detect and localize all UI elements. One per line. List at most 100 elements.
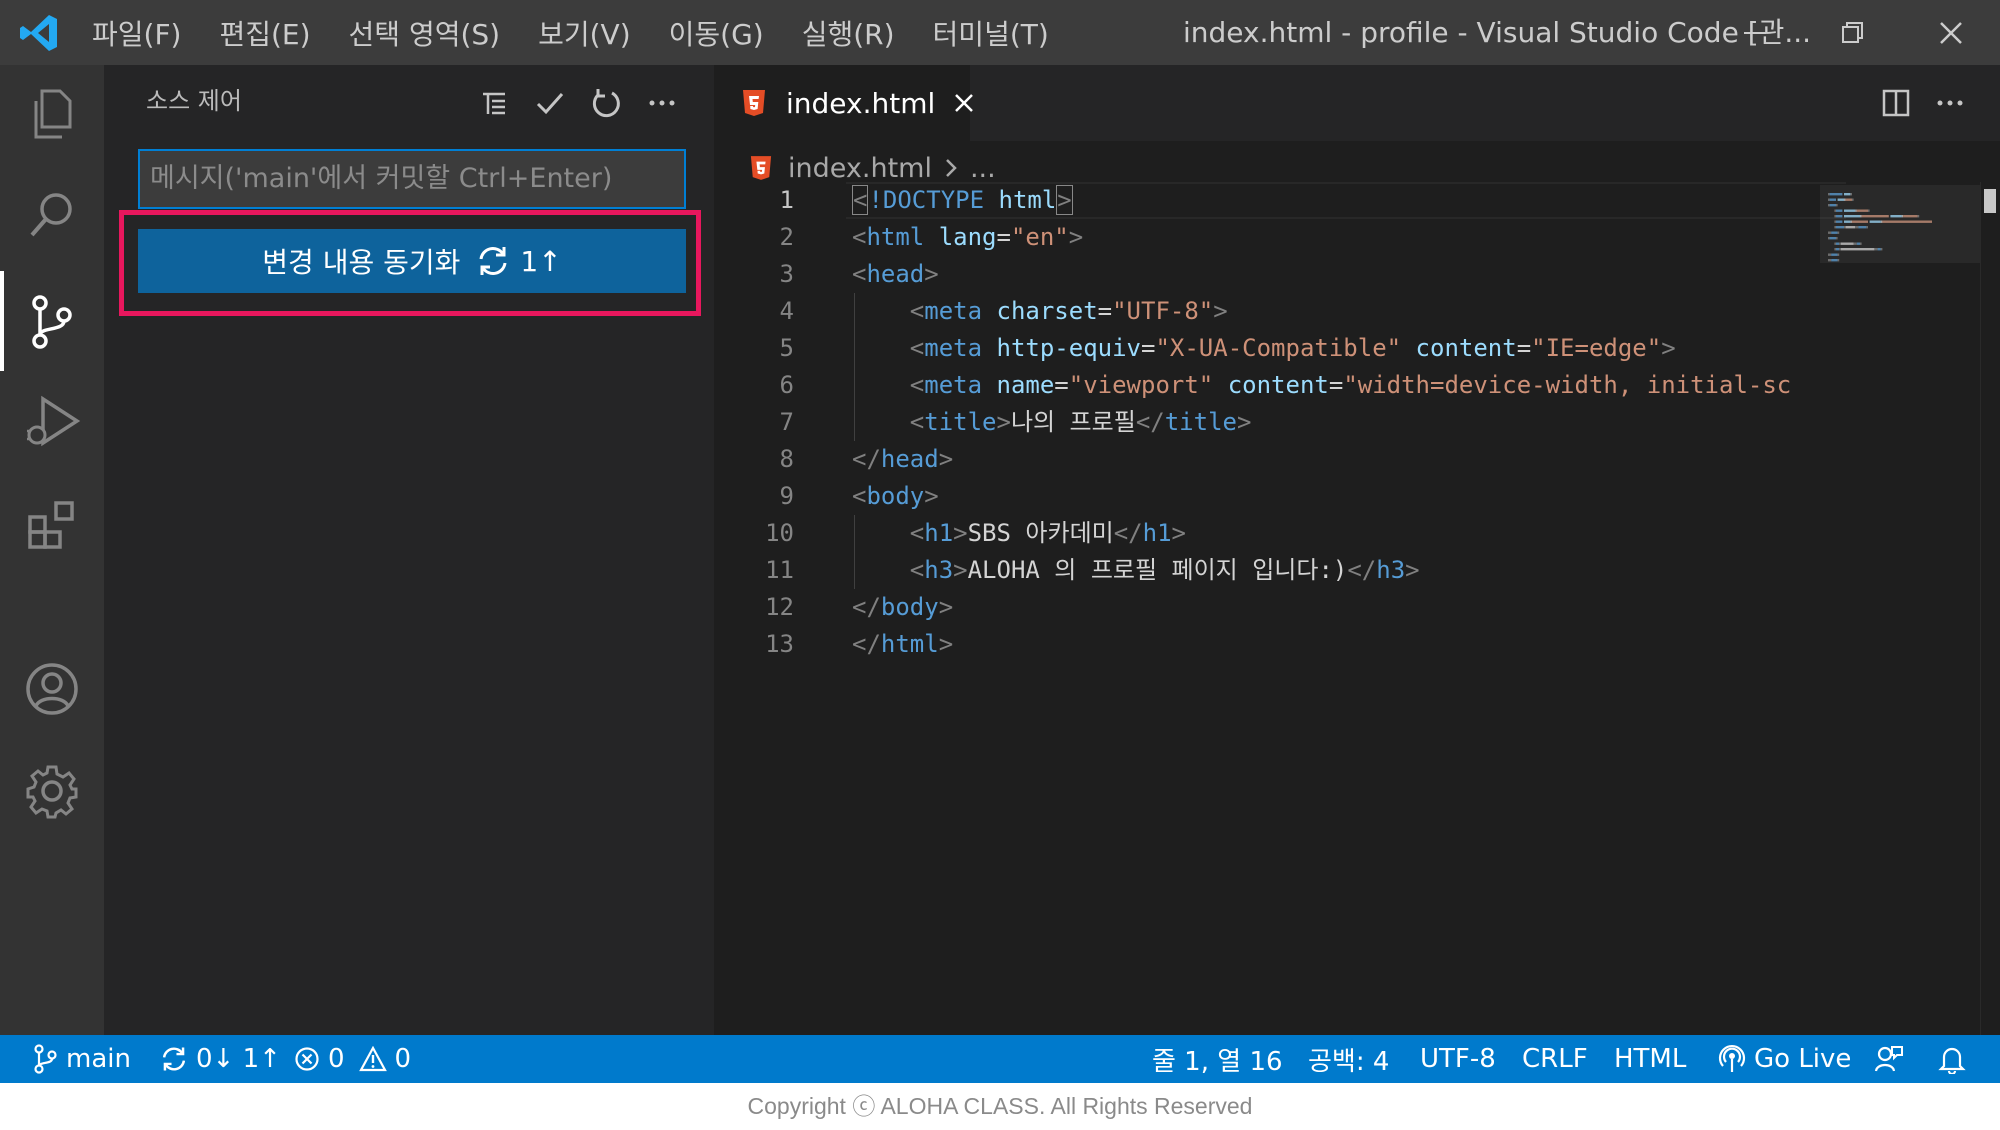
status-encoding[interactable]: UTF-8 <box>1420 1035 1496 1083</box>
code-line[interactable]: 1 <!DOCTYPE html> <box>714 182 1814 219</box>
activity-run-debug[interactable] <box>0 372 104 472</box>
scrollbar-thumb[interactable] <box>1984 189 1996 213</box>
vscode-logo-icon <box>20 15 57 51</box>
code-text: <!DOCTYPE html> <box>852 185 1073 215</box>
status-eol[interactable]: CRLF <box>1522 1035 1588 1083</box>
indent-guide <box>854 293 855 441</box>
tab-bar: index.html <box>714 65 2000 141</box>
activity-accounts[interactable] <box>0 639 104 739</box>
split-editor-button[interactable] <box>1876 83 1916 123</box>
close-window-button[interactable] <box>1902 0 2000 65</box>
menu-go[interactable]: 이동(G) <box>669 13 764 53</box>
line-number: 8 <box>779 445 794 473</box>
code-line[interactable]: 8 </head> <box>714 441 1814 478</box>
code-line[interactable]: 7 <title>나의 프로필</title> <box>714 404 1814 441</box>
line-number: 6 <box>779 371 794 399</box>
eol-text: CRLF <box>1522 1044 1588 1074</box>
branch-name: main <box>66 1044 131 1074</box>
commit-check-icon <box>536 93 564 115</box>
status-notifications[interactable] <box>1938 1035 1974 1083</box>
go-live-text: Go Live <box>1754 1044 1852 1074</box>
code-line[interactable]: 5 <meta http-equiv="X-UA-Compatible" con… <box>714 330 1814 367</box>
code-line[interactable]: 13 </html> <box>714 626 1814 663</box>
status-sync[interactable]: 0↓ 1↑ <box>160 1035 281 1083</box>
status-branch[interactable]: main <box>32 1035 131 1083</box>
code-line[interactable]: 10 <h1>SBS 아카데미</h1> <box>714 515 1814 552</box>
more-actions-button[interactable] <box>642 83 682 123</box>
commit-button[interactable] <box>530 83 570 123</box>
source-control-icon <box>32 295 72 349</box>
activity-manage[interactable] <box>0 741 104 841</box>
minimap[interactable] <box>1820 185 2000 1035</box>
menu-file[interactable]: 파일(F) <box>92 13 181 53</box>
activity-extensions[interactable] <box>0 475 104 575</box>
code-line[interactable]: 12 </body> <box>714 589 1814 626</box>
status-problems[interactable]: 0 0 <box>294 1035 411 1083</box>
minimize-button[interactable] <box>1706 0 1804 65</box>
editor-more-actions-button[interactable] <box>1930 83 1970 123</box>
code-line[interactable]: 4 <meta charset="UTF-8"> <box>714 293 1814 330</box>
chevron-right-icon <box>946 159 957 177</box>
breadcrumb-symbols[interactable]: ... <box>970 153 996 184</box>
status-indentation[interactable]: 공백: 4 <box>1308 1035 1389 1083</box>
feedback-icon <box>1874 1046 1903 1072</box>
status-bar: main 0↓ 1↑ 0 0 줄 1, 열 16 공백: 4 UTF-8 CRL… <box>0 1035 2000 1083</box>
line-number: 2 <box>779 223 794 251</box>
code-text: <head> <box>852 260 939 288</box>
line-number: 11 <box>765 556 794 584</box>
line-number: 10 <box>765 519 794 547</box>
sync-status: 0↓ 1↑ <box>196 1044 281 1074</box>
search-icon <box>30 193 72 237</box>
code-line[interactable]: 2 <html lang="en"> <box>714 219 1814 256</box>
title-bar: 파일(F) 편집(E) 선택 영역(S) 보기(V) 이동(G) 실행(R) 터… <box>0 0 2000 65</box>
close-icon <box>955 94 974 112</box>
code-line[interactable]: 6 <meta name="viewport" content="width=d… <box>714 367 1814 404</box>
commit-message-input[interactable]: 메시지('main'에서 커밋할 Ctrl+Enter) <box>138 149 686 209</box>
tab-index-html[interactable]: index.html <box>714 65 974 141</box>
vertical-scrollbar[interactable] <box>1980 182 1981 1035</box>
gear-icon <box>26 765 78 819</box>
code-line[interactable]: 9 <body> <box>714 478 1814 515</box>
sync-icon <box>162 1047 186 1071</box>
status-feedback[interactable] <box>1874 1035 1912 1083</box>
code-text: <meta name="viewport" content="width=dev… <box>909 371 1792 399</box>
split-editor-icon <box>1882 89 1910 117</box>
refresh-icon <box>592 89 620 118</box>
menu-view[interactable]: 보기(V) <box>538 13 631 53</box>
status-language[interactable]: HTML <box>1614 1035 1686 1083</box>
breadcrumb-file[interactable]: index.html <box>788 153 932 184</box>
activity-search[interactable] <box>0 165 104 265</box>
error-count: 0 <box>328 1044 345 1074</box>
code-text: <h3>ALOHA 의 프로필 페이지 입니다:)</h3> <box>909 556 1420 584</box>
view-as-tree-button[interactable] <box>474 83 514 123</box>
menu-terminal[interactable]: 터미널(T) <box>933 13 1049 53</box>
sync-icon <box>479 247 507 275</box>
activity-explorer[interactable] <box>0 65 104 165</box>
language-text: HTML <box>1614 1044 1687 1074</box>
tab-close-button[interactable] <box>953 92 975 114</box>
sync-changes-button[interactable]: 변경 내용 동기화 1↑ <box>138 229 686 293</box>
refresh-button[interactable] <box>586 83 626 123</box>
warning-icon <box>358 1046 387 1072</box>
branch-icon <box>34 1044 57 1074</box>
restore-button[interactable] <box>1804 0 1902 65</box>
panel-title: 소스 제어 <box>146 87 242 115</box>
activity-source-control[interactable] <box>0 271 104 371</box>
minimap-slider[interactable] <box>1820 185 1980 263</box>
menu-edit[interactable]: 편집(E) <box>219 13 310 53</box>
extensions-icon <box>28 501 74 549</box>
status-go-live[interactable]: Go Live <box>1718 1035 1851 1083</box>
code-text: <meta charset="UTF-8"> <box>909 297 1228 325</box>
editor-area: index.html index.html ... 1 <!DOCTYPE ht… <box>714 65 2000 1035</box>
html5-icon <box>750 156 772 180</box>
code-line[interactable]: 11 <h3>ALOHA 의 프로필 페이지 입니다:)</h3> <box>714 552 1814 589</box>
status-cursor-position[interactable]: 줄 1, 열 16 <box>1152 1035 1283 1083</box>
code-line[interactable]: 3 <head> <box>714 256 1814 293</box>
menu-selection[interactable]: 선택 영역(S) <box>349 13 501 53</box>
minimize-icon <box>1744 31 1766 34</box>
view-as-tree-icon <box>483 92 505 115</box>
error-icon <box>295 1047 319 1071</box>
broadcast-icon <box>1718 1044 1746 1072</box>
run-debug-icon <box>27 395 81 447</box>
menu-run[interactable]: 실행(R) <box>802 13 895 53</box>
